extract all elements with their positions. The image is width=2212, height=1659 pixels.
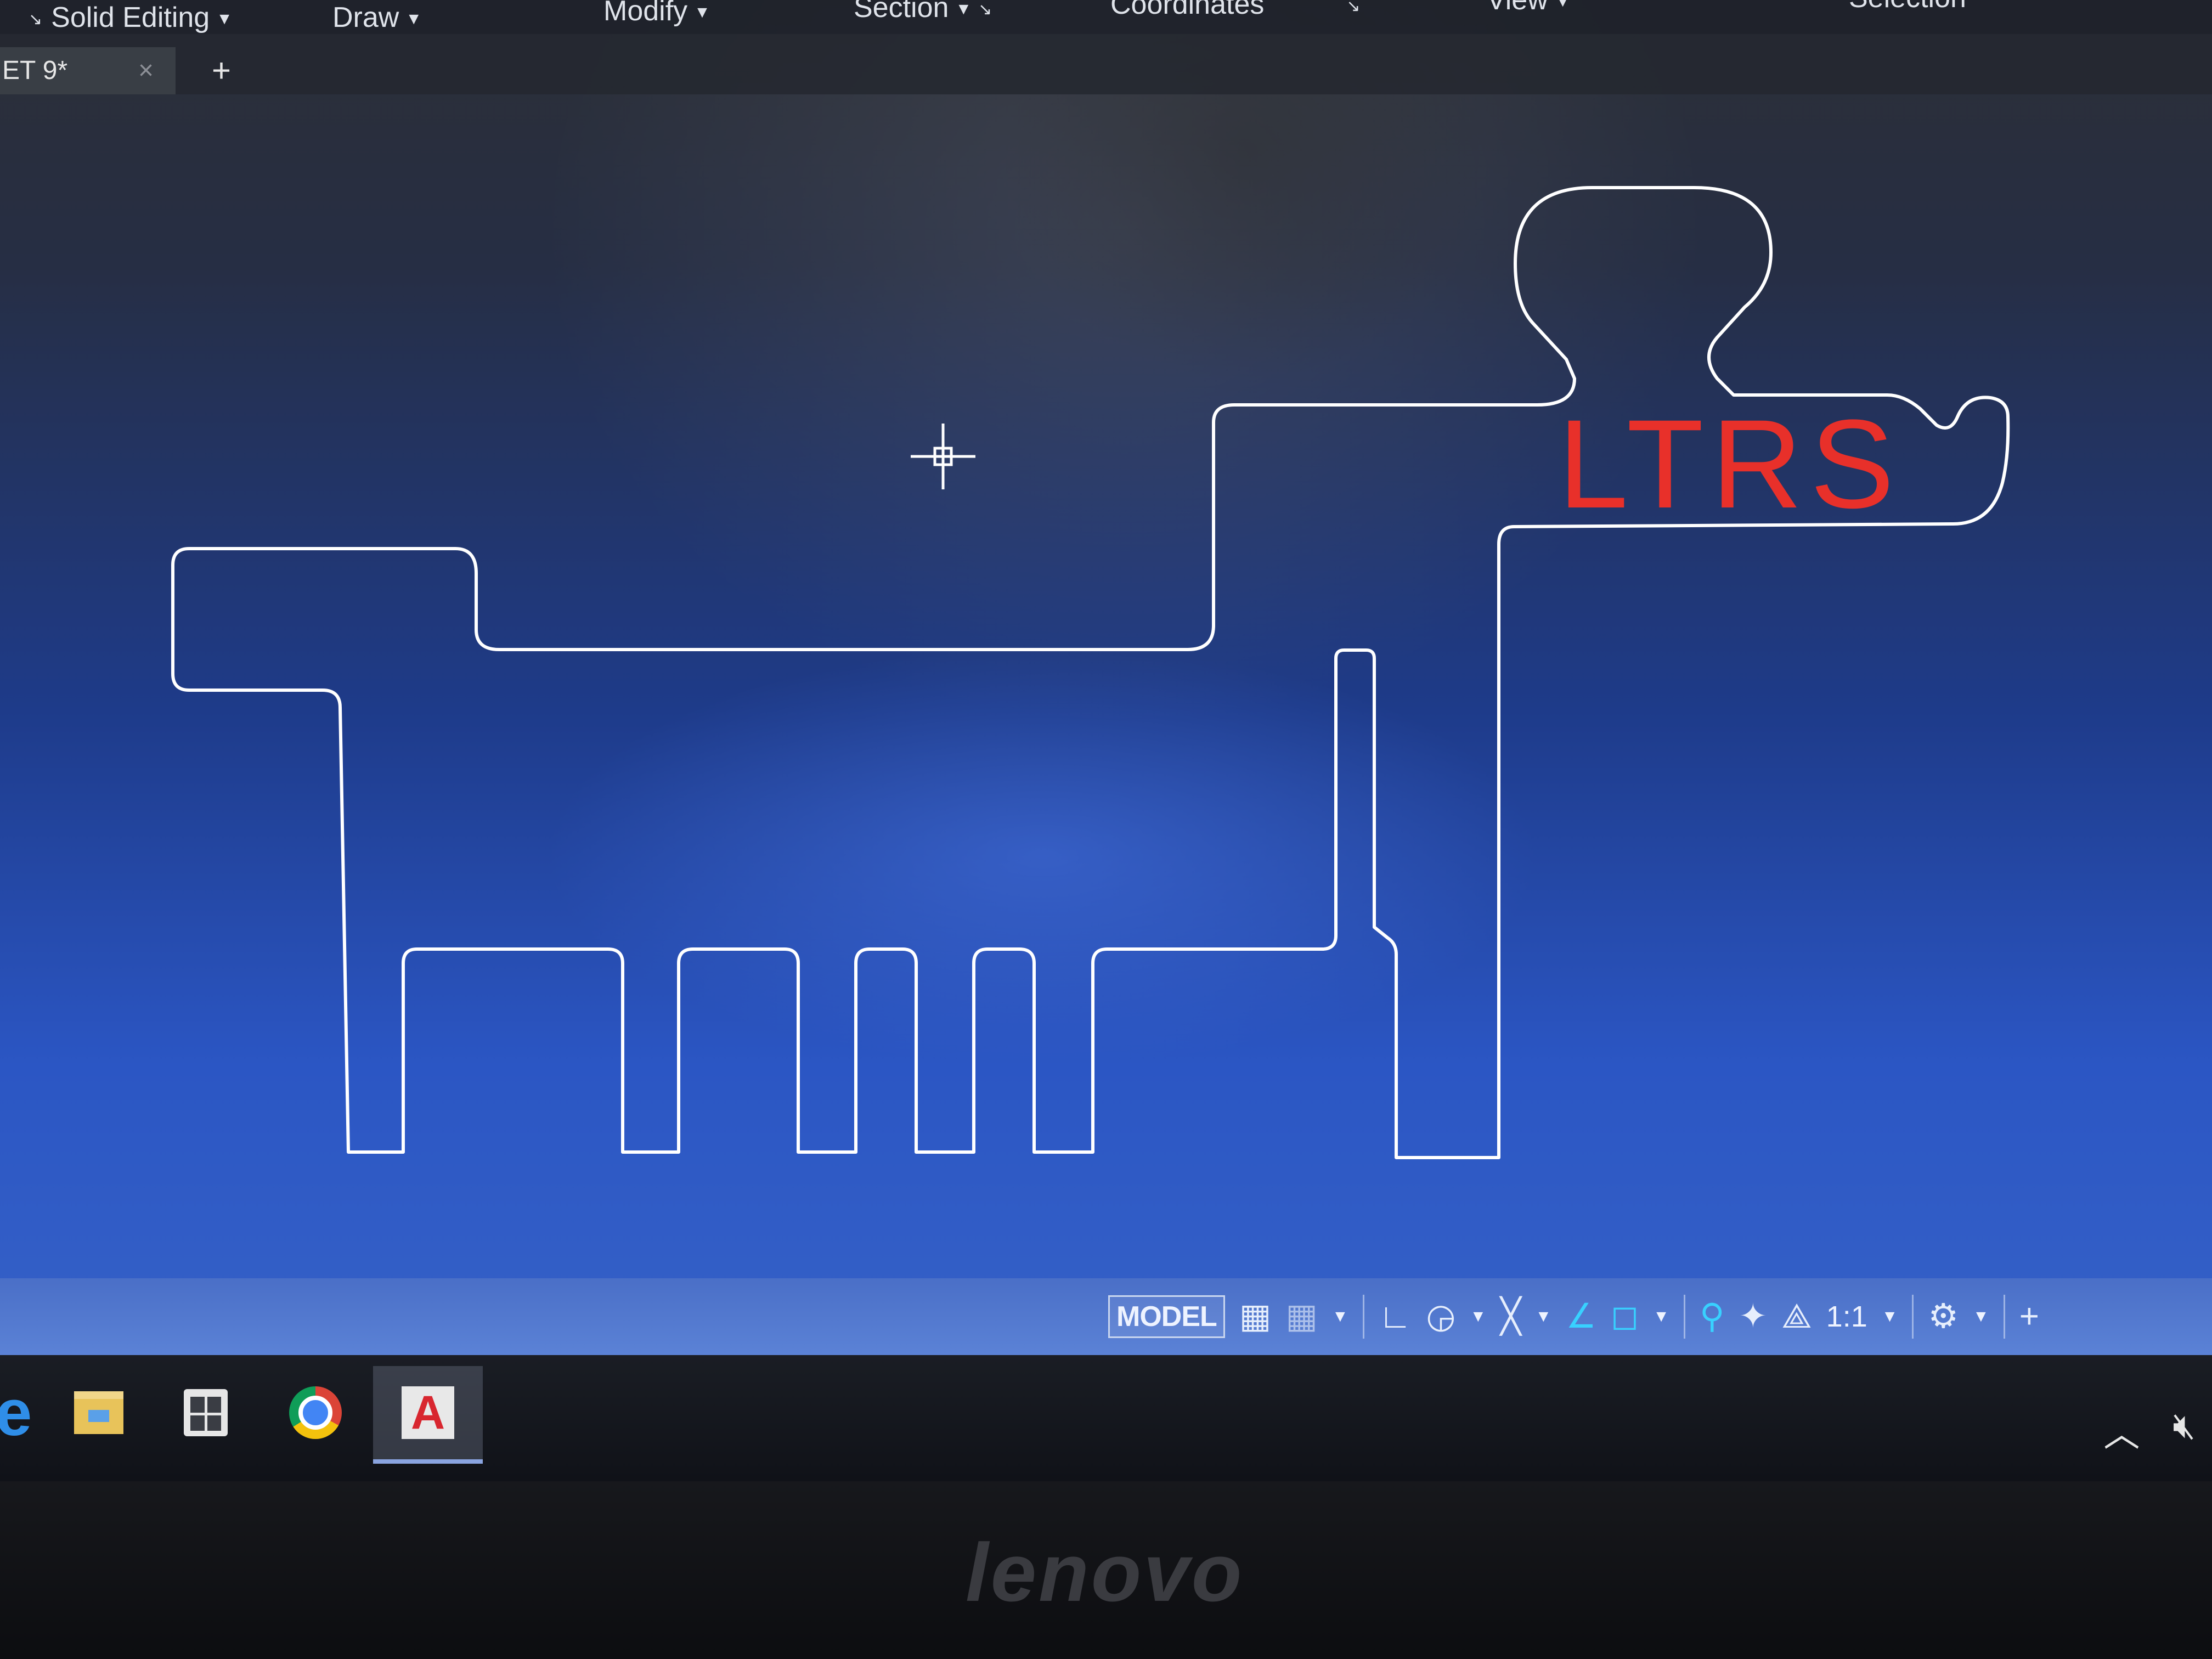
ltrs-annotation[interactable]: LTRS: [1558, 393, 1902, 534]
object-snap-icon[interactable]: ◻: [1611, 1300, 1639, 1334]
object-snap-tracking-icon[interactable]: ∠: [1566, 1300, 1596, 1334]
chevron-down-icon[interactable]: ▼: [1332, 1307, 1348, 1326]
taskbar: e A ︿ 🔇︎: [0, 1355, 2212, 1481]
customize-plus-icon[interactable]: +: [2019, 1300, 2039, 1334]
model-space-button[interactable]: MODEL: [1108, 1295, 1225, 1338]
annotation-scale-value[interactable]: 1:1: [1826, 1300, 1867, 1334]
chevron-up-icon[interactable]: ︿: [2103, 1404, 2140, 1457]
status-divider: [1912, 1295, 1914, 1339]
autocad-icon: A: [410, 1386, 445, 1439]
auto-scale-icon[interactable]: ✦: [1739, 1300, 1767, 1334]
status-tools: MODEL ▦ ▦ ▼ ∟ ◶ ▼ ╳ ▼ ∠ ◻ ▼ ⚲ ✦ ⟁ 1:1 ▼ …: [1108, 1289, 2212, 1344]
speaker-muted-icon[interactable]: 🔇︎: [2172, 1404, 2196, 1457]
edge-browser-icon[interactable]: e: [0, 1376, 49, 1449]
status-bar: MODEL ▦ ▦ ▼ ∟ ◶ ▼ ╳ ▼ ∠ ◻ ▼ ⚲ ✦ ⟁ 1:1 ▼ …: [0, 1278, 2212, 1355]
polar-tracking-icon[interactable]: ◶: [1426, 1300, 1455, 1334]
screen-glare: [549, 647, 1536, 1064]
grid-display-icon[interactable]: ▦: [1239, 1300, 1272, 1334]
isometric-drafting-icon[interactable]: ╳: [1500, 1300, 1521, 1334]
file-explorer-icon[interactable]: [63, 1377, 134, 1448]
autocad-taskbar-button[interactable]: A: [373, 1366, 483, 1464]
snap-mode-icon[interactable]: ▦: [1285, 1300, 1318, 1334]
store-icon[interactable]: [170, 1377, 241, 1448]
chevron-down-icon[interactable]: ▼: [1973, 1307, 1989, 1326]
ortho-mode-icon[interactable]: ∟: [1379, 1300, 1412, 1334]
status-divider: [1683, 1295, 1685, 1339]
chevron-down-icon[interactable]: ▼: [1470, 1307, 1486, 1326]
status-divider: [1362, 1295, 1364, 1339]
status-divider: [2003, 1295, 2005, 1339]
chevron-down-icon[interactable]: ▼: [1653, 1307, 1669, 1326]
system-tray: ︿ 🔇︎: [2103, 1404, 2196, 1457]
chrome-icon[interactable]: [280, 1377, 351, 1448]
gear-icon[interactable]: ⚙: [1928, 1300, 1959, 1334]
laptop-bezel: lenovo: [0, 1481, 2212, 1659]
crosshair-cursor-icon: [911, 424, 975, 489]
annotation-visibility-icon[interactable]: ⚲: [1700, 1300, 1724, 1334]
chevron-down-icon[interactable]: ▼: [1536, 1307, 1552, 1326]
chevron-down-icon[interactable]: ▼: [1882, 1307, 1898, 1326]
drawing-canvas[interactable]: LTRS: [0, 0, 2212, 1278]
annotation-scale-icon[interactable]: ⟁: [1781, 1300, 1812, 1334]
brand-logo: lenovo: [966, 1526, 1244, 1618]
screen: ↘ Solid Editing ▼ Draw ▼ Modify ▼ Section ▼ ↘ …: [0, 0, 2212, 1481]
